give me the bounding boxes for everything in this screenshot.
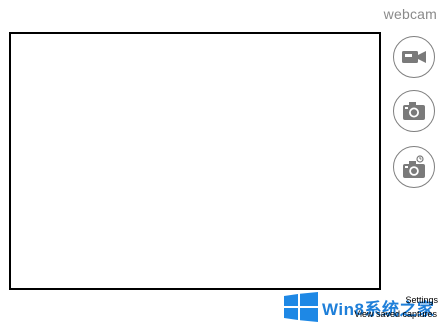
timer-mode-button[interactable] (393, 146, 435, 188)
camera-icon (402, 101, 426, 121)
view-saved-captures-link[interactable]: View saved captures (354, 309, 437, 319)
windows-logo-icon (284, 292, 318, 322)
camera-preview (9, 32, 381, 290)
video-mode-button[interactable] (393, 36, 435, 78)
app-title: webcam (383, 6, 437, 22)
video-camera-icon (401, 49, 427, 65)
camera-timer-icon (402, 155, 426, 179)
settings-link[interactable]: Settings (405, 295, 438, 305)
photo-mode-button[interactable] (393, 90, 435, 132)
